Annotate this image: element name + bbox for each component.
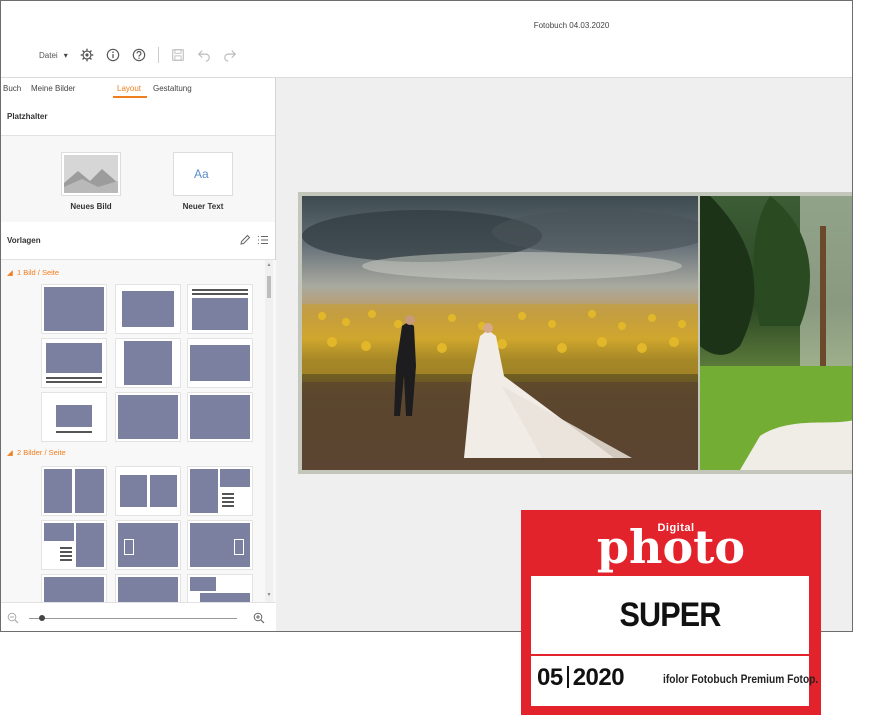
template-thumbnail[interactable] — [115, 520, 181, 570]
toolbar: Datei ▾ — [39, 45, 237, 65]
zoom-bar — [1, 602, 276, 631]
info-icon — [106, 48, 119, 62]
zoom-slider-handle[interactable] — [39, 615, 45, 621]
template-thumbnail[interactable] — [41, 574, 107, 602]
zoom-slider-track[interactable] — [29, 618, 237, 619]
redo-button[interactable] — [223, 48, 237, 62]
scroll-up-arrow-icon[interactable]: ▲ — [266, 262, 272, 268]
tab-layout[interactable]: Layout — [117, 84, 141, 93]
help-button[interactable] — [132, 48, 146, 62]
placeholder-section-header: Platzhalter — [1, 98, 275, 136]
template-thumbnail[interactable] — [115, 284, 181, 334]
zoom-out-icon[interactable] — [7, 612, 19, 624]
undo-button[interactable] — [197, 48, 211, 62]
landscape-image-icon — [64, 155, 118, 193]
garden-trees-image — [700, 196, 852, 470]
window-title: Fotobuch 04.03.2020 — [533, 21, 610, 30]
template-thumbnail[interactable] — [41, 520, 107, 570]
tab-meine-bilder[interactable]: Meine Bilder — [31, 84, 75, 93]
scrollbar-thumb[interactable] — [267, 276, 271, 298]
settings-button[interactable] — [80, 48, 94, 62]
templates-header-actions — [239, 234, 269, 246]
badge-rating: SUPER — [619, 596, 722, 634]
template-thumbnail[interactable] — [187, 574, 253, 602]
tab-buch[interactable]: Buch — [3, 84, 21, 93]
list-sort-icon[interactable] — [257, 234, 269, 246]
template-thumbnail[interactable] — [187, 284, 253, 334]
template-thumbnail[interactable] — [187, 338, 253, 388]
badge-issue-separator — [566, 666, 569, 688]
pencil-edit-icon[interactable] — [239, 234, 251, 246]
template-thumbnail[interactable] — [115, 466, 181, 516]
template-thumbnail[interactable] — [41, 284, 107, 334]
badge-magazine-logo: photo — [596, 520, 746, 574]
badge-issue: 05 2020 — [537, 664, 625, 692]
templates-scrollbar[interactable]: ▲ ▼ — [265, 260, 273, 602]
wedding-sunflower-photo[interactable] — [302, 196, 698, 470]
template-thumbnail[interactable] — [41, 466, 107, 516]
badge-divider — [531, 654, 809, 656]
template-thumbnail[interactable] — [187, 392, 253, 442]
new-text-label: Neuer Text — [182, 202, 224, 211]
page-spread[interactable] — [298, 192, 852, 474]
template-thumbnail[interactable] — [187, 520, 253, 570]
template-thumbnail[interactable] — [41, 338, 107, 388]
gear-icon — [80, 48, 94, 62]
template-thumbnail[interactable] — [115, 338, 181, 388]
new-image-placeholder[interactable] — [61, 152, 121, 196]
sunflower-field-image — [302, 210, 698, 470]
chevron-down-icon: ▾ — [63, 50, 68, 60]
file-menu-button[interactable]: Datei ▾ — [39, 51, 68, 60]
award-badge: Digital photo SUPER 05 2020 ifolor Fotobu… — [521, 510, 821, 715]
save-button[interactable] — [171, 48, 185, 62]
sidebar-tabs: Buch Meine Bilder Layout Gestaltung — [1, 78, 275, 99]
placeholder-section-title: Platzhalter — [7, 112, 48, 121]
text-aa-icon: Aa — [194, 167, 209, 181]
toolbar-divider — [157, 47, 159, 63]
save-icon — [171, 49, 184, 61]
help-icon — [132, 48, 145, 62]
template-group-2-label[interactable]: ◢ 2 Bilder / Seite — [7, 448, 66, 457]
sidebar-panel: Buch Meine Bilder Layout Gestaltung Plat… — [1, 78, 276, 631]
scroll-down-arrow-icon[interactable]: ▼ — [266, 592, 272, 598]
bride-garden-photo[interactable] — [700, 196, 852, 470]
templates-section-title: Vorlagen — [7, 236, 41, 245]
templates-list: ◢ 1 Bild / Seite ◢ 2 Bilder / Seite ▲ ▼ — [1, 260, 276, 602]
template-thumbnail[interactable] — [115, 574, 181, 602]
file-menu-label: Datei — [39, 50, 58, 60]
zoom-in-icon[interactable] — [253, 612, 265, 624]
titlebar: Fotobuch 04.03.2020 Datei ▾ — [1, 1, 852, 78]
template-thumbnail[interactable] — [41, 392, 107, 442]
badge-rating-panel: SUPER 05 2020 ifolor Fotobuch Premium Fot… — [531, 576, 818, 706]
badge-product-name: ifolor Fotobuch Premium Fotop. — [663, 672, 819, 686]
tab-gestaltung[interactable]: Gestaltung — [153, 84, 192, 93]
badge-issue-number: 05 — [537, 664, 563, 691]
undo-icon — [197, 50, 210, 62]
templates-section-header: Vorlagen — [1, 222, 275, 260]
redo-icon — [223, 50, 236, 62]
template-group-1-label[interactable]: ◢ 1 Bild / Seite — [7, 268, 59, 277]
template-thumbnail[interactable] — [187, 466, 253, 516]
badge-issue-year: 2020 — [572, 664, 625, 691]
template-thumbnail[interactable] — [115, 392, 181, 442]
new-text-placeholder[interactable]: Aa — [173, 152, 233, 196]
placeholder-tiles: Neues Bild Aa Neuer Text — [1, 136, 275, 223]
new-image-label: Neues Bild — [70, 202, 112, 211]
info-button[interactable] — [106, 48, 120, 62]
